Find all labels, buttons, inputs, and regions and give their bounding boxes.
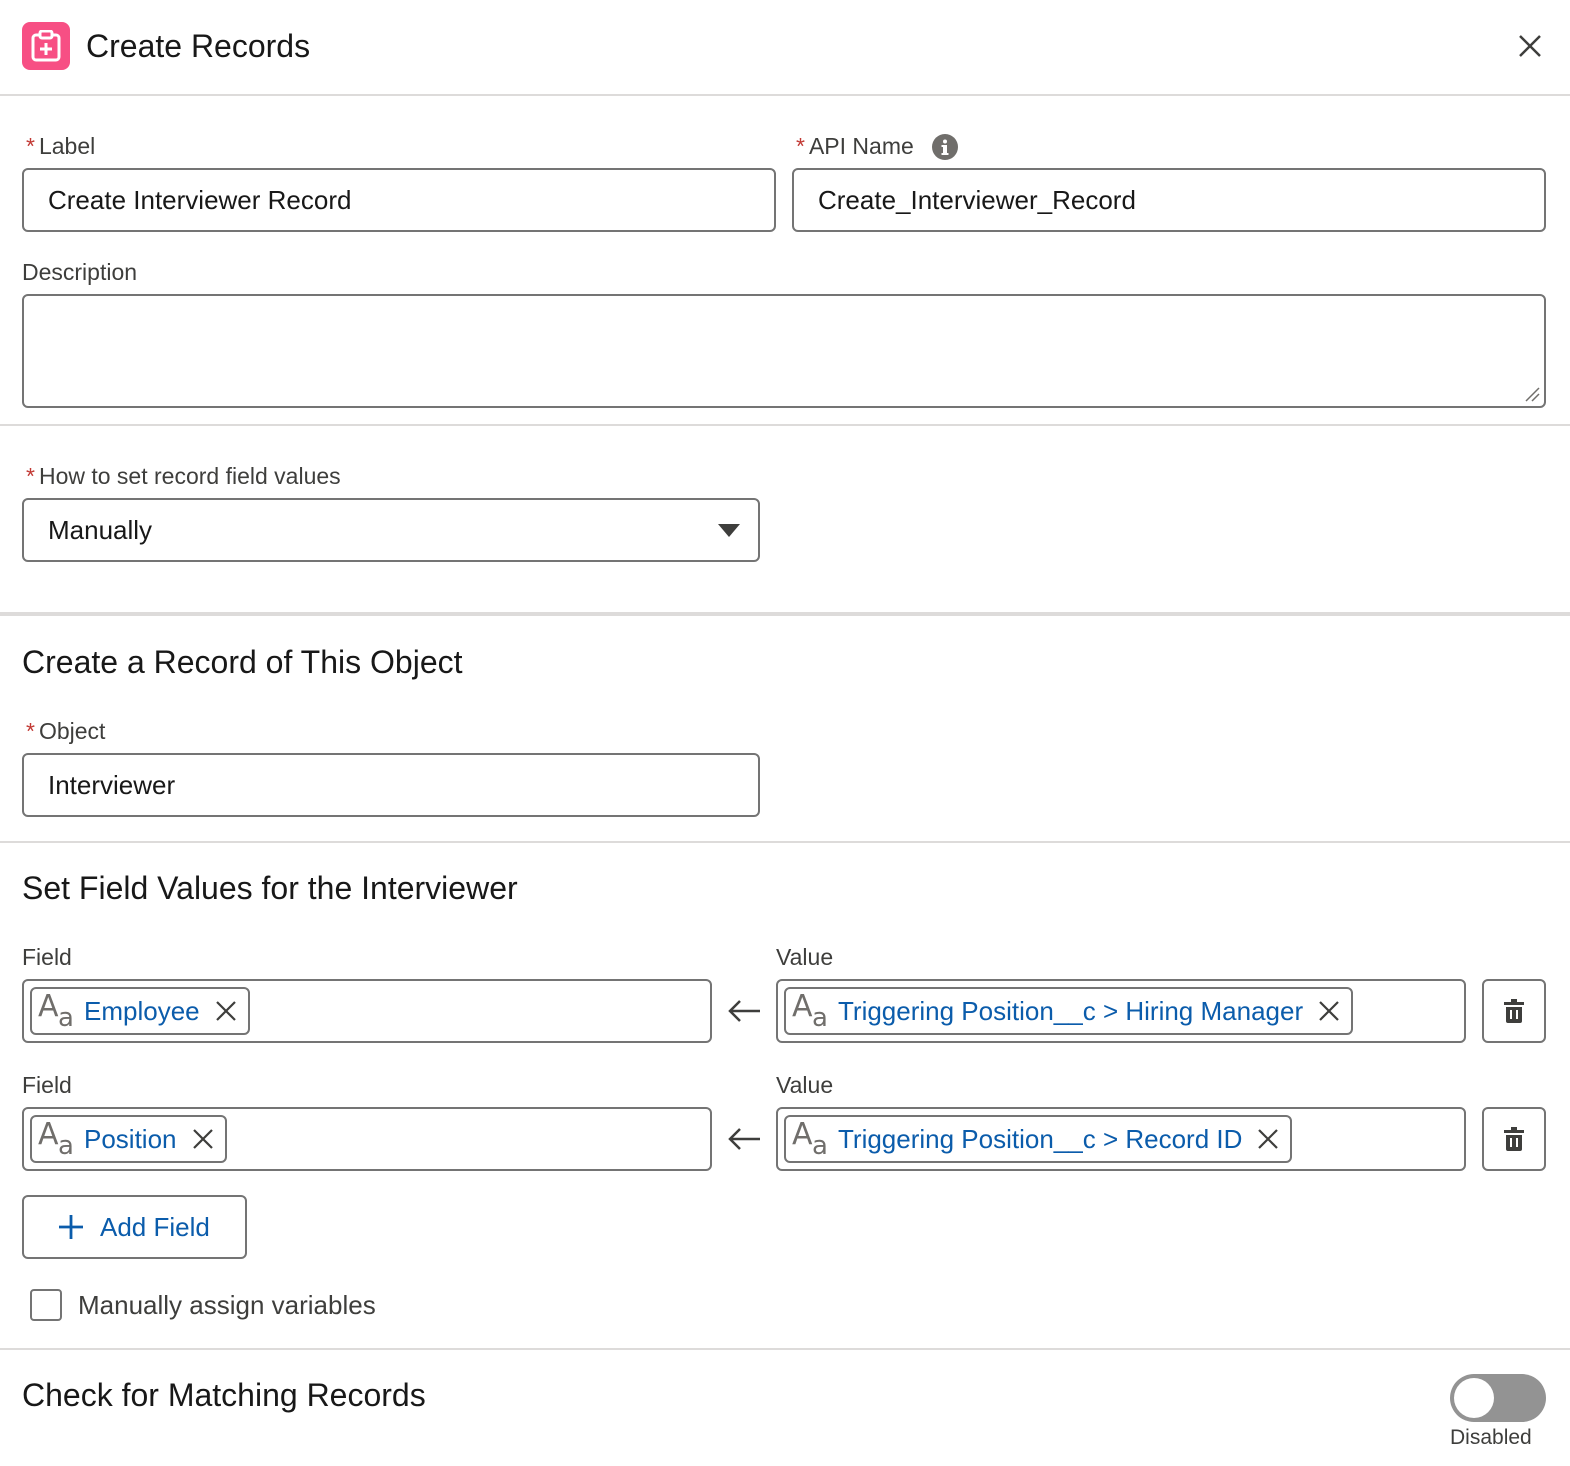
value-pill-label: Triggering Position__c > Hiring Manager (838, 995, 1304, 1026)
value-pill: Aa Triggering Position__c > Hiring Manag… (784, 987, 1354, 1035)
manually-assign-checkbox[interactable] (30, 1289, 62, 1321)
text-type-icon: Aa (38, 1117, 74, 1161)
info-icon[interactable] (931, 133, 958, 160)
matching-section-title: Check for Matching Records (22, 1377, 426, 1413)
how-to-set-select[interactable]: Manually (22, 498, 760, 562)
caret-down-icon (718, 524, 740, 537)
close-button[interactable] (1512, 28, 1548, 64)
add-field-label: Add Field (100, 1211, 210, 1242)
section-divider (0, 612, 1570, 616)
modal-title: Create Records (86, 28, 311, 64)
pill-remove-button[interactable] (212, 997, 240, 1025)
add-field-button[interactable]: Add Field (22, 1195, 247, 1259)
text-type-icon: Aa (792, 989, 828, 1033)
value-combobox[interactable]: Aa Triggering Position__c > Hiring Manag… (776, 979, 1466, 1043)
api-name-input[interactable]: Create_Interviewer_Record (792, 168, 1546, 232)
toggle-state-label: Disabled (1450, 1426, 1532, 1449)
delete-row-button[interactable] (1482, 979, 1546, 1043)
value-pill-label: Triggering Position__c > Record ID (838, 1123, 1243, 1154)
close-icon (1319, 1001, 1339, 1021)
section-divider (0, 1348, 1570, 1350)
section-divider (0, 424, 1570, 426)
matching-records-toggle[interactable] (1450, 1374, 1546, 1422)
text-type-icon: Aa (38, 989, 74, 1033)
plus-icon (59, 1215, 83, 1239)
how-to-set-selected-value: Manually (48, 514, 153, 545)
pill-remove-button[interactable] (1315, 997, 1343, 1025)
how-to-set-field-label: * How to set record field values (26, 463, 341, 489)
field-values-section-title: Set Field Values for the Interviewer (22, 870, 518, 906)
pill-remove-button[interactable] (189, 1125, 217, 1153)
pill-remove-button[interactable] (1254, 1125, 1282, 1153)
required-asterisk: * (796, 133, 805, 159)
field-label: Field (22, 944, 72, 970)
modal-header: Create Records (0, 0, 1570, 96)
delete-row-button[interactable] (1482, 1107, 1546, 1171)
value-pill: Aa Triggering Position__c > Record ID (784, 1115, 1293, 1163)
api-name-field-label: * API Name (796, 133, 958, 160)
field-label: Field (22, 1072, 72, 1098)
field-pill-label: Position (84, 1123, 177, 1154)
description-field-label: Description (22, 259, 138, 285)
value-label: Value (776, 1072, 834, 1098)
close-icon (215, 1001, 236, 1021)
close-icon (1258, 1129, 1279, 1149)
text-type-icon: Aa (792, 1117, 828, 1161)
field-combobox[interactable]: Aa Position (22, 1107, 712, 1171)
description-textarea[interactable] (22, 294, 1546, 408)
object-input[interactable]: Interviewer (22, 753, 760, 817)
field-pill: Aa Employee (30, 987, 250, 1035)
section-divider (0, 841, 1570, 843)
required-asterisk: * (26, 463, 35, 489)
field-combobox[interactable]: Aa Employee (22, 979, 712, 1043)
label-input[interactable]: Create Interviewer Record (22, 168, 776, 232)
resize-grip-icon[interactable] (1524, 386, 1540, 402)
arrow-left-icon (728, 1128, 760, 1150)
close-icon (192, 1129, 213, 1149)
trash-icon (1504, 1127, 1524, 1151)
create-record-icon (22, 22, 70, 70)
label-field-label: * Label (26, 133, 96, 159)
value-combobox[interactable]: Aa Triggering Position__c > Record ID (776, 1107, 1466, 1171)
object-section-title: Create a Record of This Object (22, 644, 463, 680)
required-asterisk: * (26, 718, 35, 744)
field-pill: Aa Position (30, 1115, 227, 1163)
trash-icon (1504, 999, 1524, 1023)
close-icon (1519, 35, 1541, 57)
object-field-label: * Object (26, 718, 106, 744)
toggle-knob (1454, 1378, 1494, 1418)
value-label: Value (776, 944, 834, 970)
field-pill-label: Employee (84, 995, 200, 1026)
manually-assign-label: Manually assign variables (78, 1290, 376, 1320)
arrow-left-icon (728, 1000, 760, 1022)
required-asterisk: * (26, 133, 35, 159)
